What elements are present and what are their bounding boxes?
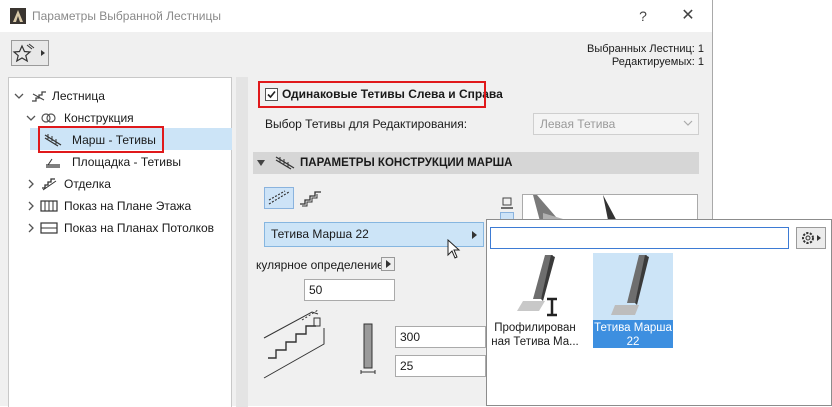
app-icon [10, 8, 26, 24]
stringer-profile-diagram [360, 323, 376, 374]
chevron-down-icon [683, 120, 693, 126]
tile-label-stringer-22: Тетива Марша 22 [593, 321, 673, 349]
stringer-section-diagram [263, 309, 325, 379]
close-button[interactable]: ✕ [676, 6, 700, 26]
collapse-triangle-icon [257, 160, 265, 166]
window-title: Параметры Выбранной Лестницы [32, 9, 221, 23]
tile-label-profiled: Профилирован ная Тетива Ма... [490, 321, 580, 349]
stringer-flight-icon [275, 156, 295, 170]
section-title: ПАРАМЕТРЫ КОНСТРУКЦИИ МАРША [300, 157, 513, 169]
stringer-type-stepped-button[interactable] [297, 187, 325, 209]
tree-item-label: Конструкция [64, 111, 134, 125]
tree-item-floor-plan[interactable]: Показ на Плане Этажа [12, 196, 222, 216]
library-tile-profiled[interactable]: Профилирован ная Тетива Ма... [490, 253, 580, 348]
selected-stairs-count: Выбранных Лестниц: 1 [586, 43, 704, 55]
highlight-box-tree [38, 126, 164, 153]
chevron-right-icon[interactable] [26, 201, 36, 211]
stringer-22-thumbnail [611, 255, 649, 315]
stringer-stepped-icon [300, 191, 321, 207]
structure-icon [41, 113, 56, 123]
edit-choice-label: Выбор Тетивы для Редактирования: [265, 117, 468, 131]
library-search-field[interactable] [491, 228, 779, 248]
definition-menu-button[interactable] [381, 257, 395, 271]
tree-item-structure[interactable]: Конструкция [12, 108, 222, 128]
edit-stringer-value: Левая Тетива [540, 117, 616, 131]
tile-label-line: 22 [626, 336, 640, 348]
profiled-stringer-thumbnail [517, 255, 557, 317]
value-c-text: 25 [400, 359, 414, 373]
library-settings-button[interactable] [796, 227, 826, 249]
value-input-a[interactable]: 50 [304, 279, 395, 301]
stringer-landing-icon [46, 158, 60, 168]
gear-icon [802, 232, 821, 244]
stringer-side-icon [268, 190, 290, 205]
triangle-right-icon [472, 231, 477, 239]
tree-item-label: Показ на Планах Потолков [64, 221, 214, 235]
value-input-c[interactable]: 25 [395, 355, 486, 377]
library-search-input[interactable] [490, 227, 789, 249]
ceiling-plan-icon [40, 222, 58, 234]
tree-item-stair[interactable]: Лестница [12, 86, 222, 106]
tile-label-line: Профилирован [494, 322, 576, 334]
triangle-right-icon [386, 260, 391, 268]
mouse-cursor-icon [447, 239, 461, 259]
finish-icon [42, 178, 57, 191]
value-a-text: 50 [309, 283, 323, 297]
tile-label-line: Тетива Марша [594, 322, 672, 334]
favorites-icon [12, 43, 45, 63]
preview-mode-icon[interactable] [500, 196, 514, 210]
tree-item-label: Отделка [64, 177, 111, 191]
tree-item-label: Лестница [52, 89, 105, 103]
title-bar: Параметры Выбранной Лестницы ? ✕ [0, 0, 712, 32]
highlight-box-checkbox [258, 81, 486, 108]
help-button[interactable]: ? [633, 6, 653, 26]
chevron-right-icon[interactable] [26, 223, 36, 233]
floor-plan-icon [40, 200, 58, 212]
panel-divider [236, 77, 248, 407]
edit-stringer-select[interactable]: Левая Тетива [533, 113, 699, 135]
editable-stairs-count: Редактируемых: 1 [611, 56, 704, 68]
value-input-b[interactable]: 300 [395, 326, 486, 348]
chevron-right-icon[interactable] [26, 179, 36, 189]
stringer-type-side-button[interactable] [264, 187, 294, 209]
tree-item-label: Показ на Плане Этажа [64, 199, 192, 213]
stringer-style-value: Тетива Марша 22 [271, 227, 369, 241]
tile-label-line: ная Тетива Ма... [491, 336, 579, 348]
chevron-down-icon[interactable] [26, 113, 36, 123]
definition-label: кулярное определение [256, 258, 384, 272]
tree-item-label: Площадка - Тетивы [72, 155, 181, 169]
chevron-down-icon[interactable] [14, 91, 24, 101]
tree-item-ceiling-plan[interactable]: Показ на Планах Потолков [12, 218, 222, 238]
library-tile-stringer-22[interactable]: Тетива Марша 22 [593, 253, 673, 348]
favorites-button[interactable] [11, 40, 49, 66]
value-b-text: 300 [400, 330, 421, 344]
stair-icon [32, 91, 46, 102]
tree-item-finish[interactable]: Отделка [12, 174, 222, 194]
tree-item-landing-stringers[interactable]: Площадка - Тетивы [40, 152, 230, 172]
